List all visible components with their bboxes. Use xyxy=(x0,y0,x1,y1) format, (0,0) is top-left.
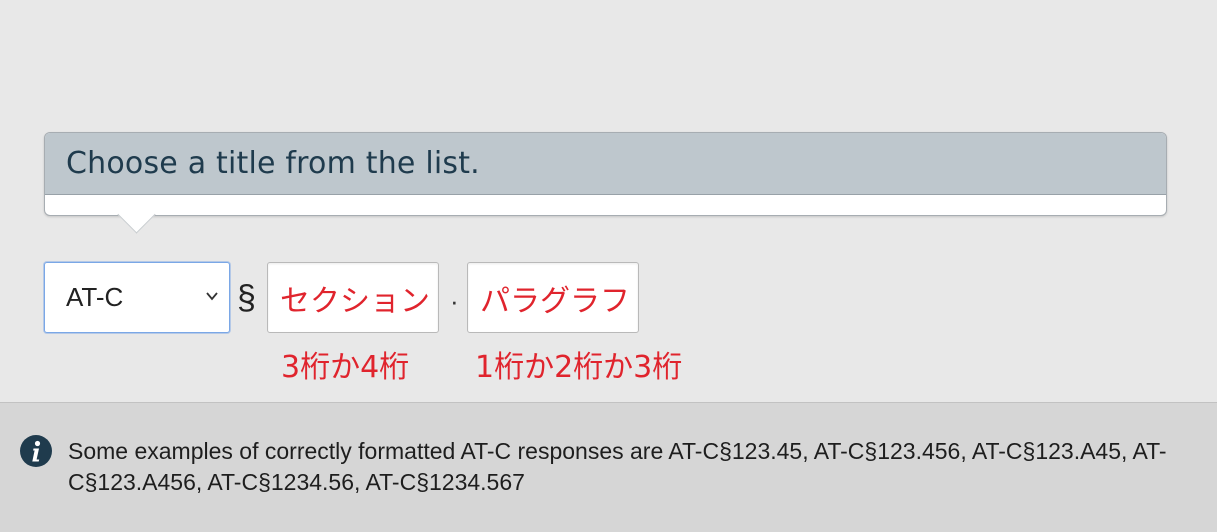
title-select[interactable]: AT-C xyxy=(44,262,230,333)
section-input[interactable]: セクション xyxy=(267,262,439,333)
section-input-placeholder: セクション xyxy=(280,283,430,319)
info-text: Some examples of correctly formatted AT-… xyxy=(68,438,1167,495)
section-hint: 3桁か4桁 xyxy=(281,350,410,385)
info-icon xyxy=(20,435,52,467)
tooltip-popover: Choose a title from the list. xyxy=(44,132,1167,234)
chevron-down-icon xyxy=(206,292,218,301)
title-select-value: AT-C xyxy=(66,282,124,312)
paragraph-hint: 1桁か2桁か3桁 xyxy=(475,350,683,385)
paragraph-input-placeholder: パラグラフ xyxy=(480,283,630,319)
info-panel: Some examples of correctly formatted AT-… xyxy=(0,402,1217,532)
section-sign: § xyxy=(237,279,256,317)
paragraph-input[interactable]: パラグラフ xyxy=(467,262,639,333)
separator-dot: · xyxy=(450,286,459,316)
tooltip-message: Choose a title from the list. xyxy=(45,133,1166,195)
citation-input-row: AT-C § セクション · パラグラフ xyxy=(44,262,744,334)
tooltip-arrow xyxy=(117,195,156,234)
